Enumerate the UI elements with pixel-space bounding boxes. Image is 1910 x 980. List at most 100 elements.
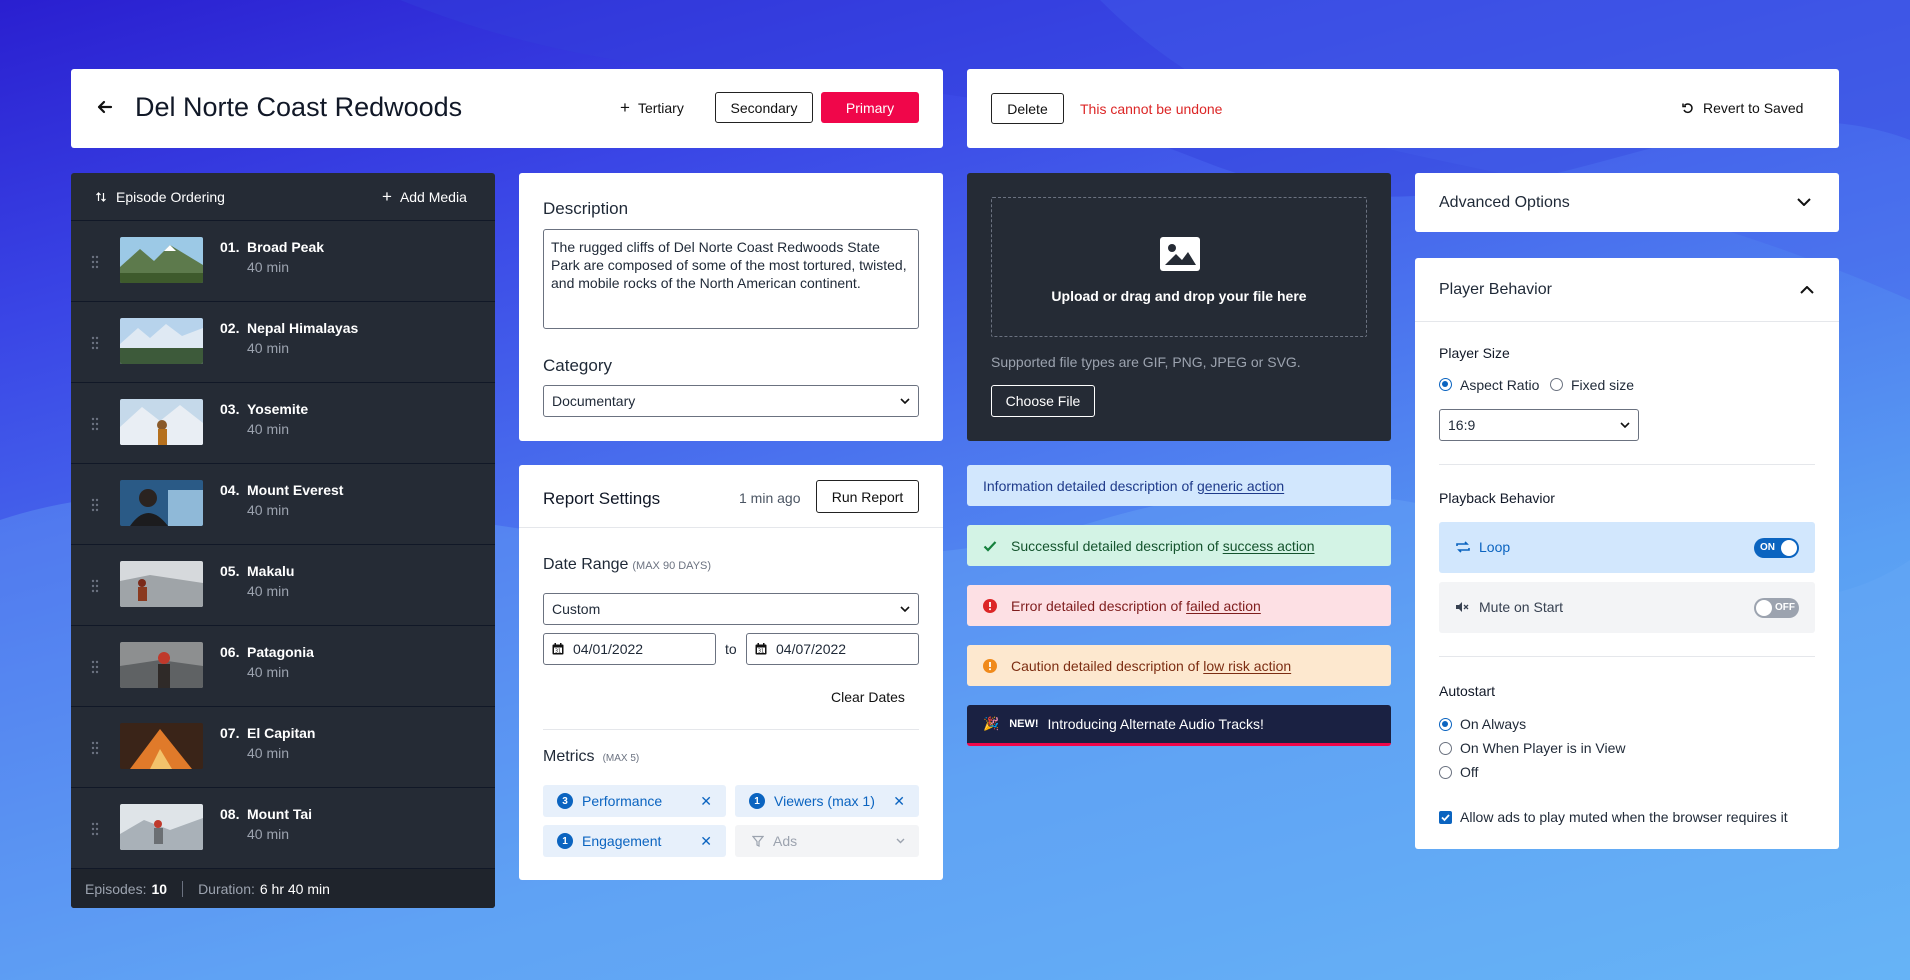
tertiary-button[interactable]: + Tertiary xyxy=(620,93,684,123)
episode-ordering-button[interactable]: Episode Ordering xyxy=(95,189,225,205)
description-textarea[interactable]: The rugged cliffs of Del Norte Coast Red… xyxy=(543,229,919,329)
chevron-down-icon xyxy=(896,838,905,844)
chevron-down-icon xyxy=(900,606,910,612)
autostart-in-view-radio[interactable] xyxy=(1439,742,1452,755)
episode-row[interactable]: 08. Mount Tai 40 min xyxy=(71,787,495,868)
image-icon xyxy=(1160,237,1200,271)
calendar-icon: 31 xyxy=(755,643,767,655)
episode-number: 04. xyxy=(220,482,240,498)
duration-label: Duration: xyxy=(198,880,255,897)
episode-title: Patagonia xyxy=(247,644,314,660)
episode-row[interactable]: 06. Patagonia 40 min xyxy=(71,625,495,706)
clear-dates-button[interactable]: Clear Dates xyxy=(831,689,905,705)
date-range-hint: (MAX 90 DAYS) xyxy=(632,560,712,572)
check-icon xyxy=(983,540,997,552)
episode-thumbnail xyxy=(120,318,203,364)
end-date-input[interactable]: 31 04/07/2022 xyxy=(746,633,919,665)
drag-handle-icon[interactable] xyxy=(91,255,99,269)
remove-chip-icon[interactable]: ✕ xyxy=(893,793,905,810)
news-badge: NEW! xyxy=(1009,718,1039,730)
report-settings-title: Report Settings xyxy=(543,489,661,508)
run-report-button[interactable]: Run Report xyxy=(816,480,919,513)
autostart-off-radio[interactable] xyxy=(1439,766,1452,779)
episode-row[interactable]: 02. Nepal Himalayas 40 min xyxy=(71,301,495,382)
fixed-size-radio[interactable] xyxy=(1550,378,1563,391)
episode-duration: 40 min xyxy=(247,421,290,437)
plus-icon: + xyxy=(382,187,392,206)
advanced-options-accordion[interactable]: Advanced Options xyxy=(1415,173,1839,232)
chevron-down-icon xyxy=(900,398,910,404)
back-button[interactable] xyxy=(95,97,115,117)
description-label: Description xyxy=(543,199,629,218)
episode-number: 06. xyxy=(220,644,240,660)
drag-handle-icon[interactable] xyxy=(91,579,99,593)
add-media-button[interactable]: + Add Media xyxy=(382,187,467,207)
ads-filter-select[interactable]: Ads xyxy=(735,825,919,857)
remove-chip-icon[interactable]: ✕ xyxy=(700,793,712,810)
episode-title: El Capitan xyxy=(247,725,316,741)
party-icon: 🎉 xyxy=(983,716,1000,731)
success-alert: Successful detailed description of succe… xyxy=(967,525,1391,566)
caution-alert-link[interactable]: low risk action xyxy=(1203,658,1291,674)
ads-filter-placeholder: Ads xyxy=(773,833,798,849)
delete-button[interactable]: Delete xyxy=(991,93,1064,124)
metrics-title: Metrics xyxy=(543,748,595,765)
autostart-in-view-label: On When Player is in View xyxy=(1460,740,1626,756)
aspect-ratio-label: Aspect Ratio xyxy=(1460,377,1540,393)
info-alert-link[interactable]: generic action xyxy=(1197,478,1284,494)
drag-handle-icon[interactable] xyxy=(91,417,99,431)
autostart-always-radio[interactable] xyxy=(1439,718,1452,731)
player-behavior-divider xyxy=(1415,321,1839,322)
upload-dropzone[interactable]: Upload or drag and drop your file here xyxy=(991,197,1367,337)
report-settings-card: Report Settings 1 min ago Run Report Dat… xyxy=(519,465,943,880)
category-label: Category xyxy=(543,356,612,375)
drag-handle-icon[interactable] xyxy=(91,336,99,350)
mute-row: Mute on Start OFF xyxy=(1439,582,1815,633)
drag-handle-icon[interactable] xyxy=(91,498,99,512)
mute-toggle[interactable]: OFF xyxy=(1754,598,1799,618)
episode-duration: 40 min xyxy=(247,259,290,275)
error-alert-link[interactable]: failed action xyxy=(1186,598,1261,614)
filter-icon xyxy=(752,835,764,847)
episode-title: Makalu xyxy=(247,563,295,579)
loop-toggle[interactable]: ON xyxy=(1754,538,1799,558)
fixed-size-label: Fixed size xyxy=(1571,377,1635,393)
metric-chip-engagement[interactable]: 1 Engagement ✕ xyxy=(543,825,726,857)
episode-number: 01. xyxy=(220,239,240,255)
report-divider xyxy=(519,527,943,528)
aspect-ratio-radio[interactable] xyxy=(1439,378,1452,391)
episode-row[interactable]: 05. Makalu 40 min xyxy=(71,544,495,625)
metric-chip-viewers[interactable]: 1 Viewers (max 1) ✕ xyxy=(735,785,919,817)
start-date-input[interactable]: 31 04/01/2022 xyxy=(543,633,716,665)
supported-types-text: Supported file types are GIF, PNG, JPEG … xyxy=(991,354,1301,370)
category-select[interactable]: Documentary xyxy=(543,385,919,417)
drag-handle-icon[interactable] xyxy=(91,660,99,674)
primary-button[interactable]: Primary xyxy=(821,92,919,123)
secondary-button[interactable]: Secondary xyxy=(715,92,813,123)
choose-file-button[interactable]: Choose File xyxy=(991,385,1095,417)
aspect-ratio-select[interactable]: 16:9 xyxy=(1439,409,1639,441)
metric-chip-performance[interactable]: 3 Performance ✕ xyxy=(543,785,726,817)
revert-button[interactable]: Revert to Saved xyxy=(1681,100,1803,116)
episode-row[interactable]: 01. Broad Peak 40 min xyxy=(71,220,495,301)
date-range-select[interactable]: Custom xyxy=(543,593,919,625)
allow-ads-checkbox[interactable] xyxy=(1439,811,1452,824)
drag-handle-icon[interactable] xyxy=(91,822,99,836)
remove-chip-icon[interactable]: ✕ xyxy=(700,833,712,850)
aspect-ratio-value: 16:9 xyxy=(1448,417,1476,433)
toggle-knob xyxy=(1781,540,1797,556)
episode-thumbnail xyxy=(120,561,203,607)
sort-icon xyxy=(96,192,106,202)
success-alert-link[interactable]: success action xyxy=(1223,538,1315,554)
to-label: to xyxy=(725,641,737,657)
success-alert-text: Successful detailed description of xyxy=(1011,537,1223,554)
drag-handle-icon[interactable] xyxy=(91,741,99,755)
episode-title: Nepal Himalayas xyxy=(247,320,359,336)
episode-title: Yosemite xyxy=(247,401,309,417)
chevron-up-icon[interactable] xyxy=(1800,286,1814,294)
episode-row[interactable]: 03. Yosemite 40 min xyxy=(71,382,495,463)
episode-number: 03. xyxy=(220,401,240,417)
episode-row[interactable]: 07. El Capitan 40 min xyxy=(71,706,495,787)
episode-row[interactable]: 04. Mount Everest 40 min xyxy=(71,463,495,544)
metric-chip-label: Performance xyxy=(582,793,663,809)
